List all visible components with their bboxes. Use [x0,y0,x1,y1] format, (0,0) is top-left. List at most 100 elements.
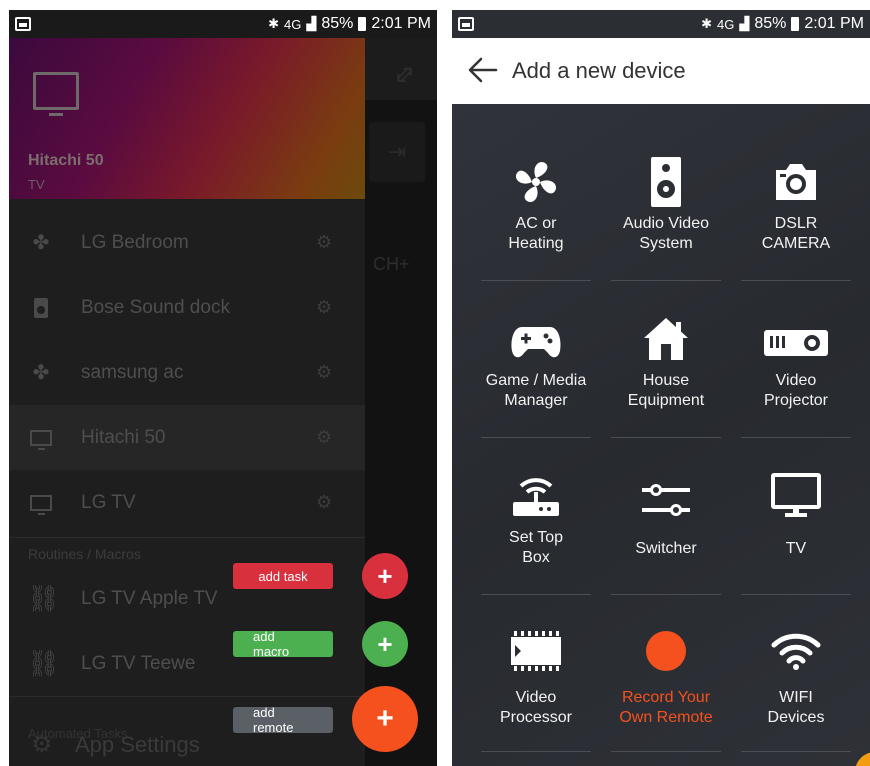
gear-icon[interactable]: ⚙ [316,362,332,383]
add-macro-label[interactable]: add macro [233,629,333,659]
add-macro-button[interactable]: + [362,621,408,667]
add-remote-label[interactable]: add remote [233,705,333,735]
page-title: Add a new device [512,58,686,83]
tile-label: Video Projector [763,372,829,409]
fan-icon: ✤ [32,362,50,384]
tv-icon [33,72,79,116]
tile-label: AC or Heating [508,215,564,252]
record-icon [601,625,731,677]
channel-up-label[interactable]: CH+ [373,254,410,275]
divider [741,751,851,752]
tile-label: DSLR CAMERA [761,215,831,252]
tile-set-top-box[interactable]: Set Top Box [471,438,601,595]
plus-icon: + [377,560,393,591]
gear-icon[interactable]: ⚙ [316,427,332,448]
tile-dslr-camera[interactable]: DSLR CAMERA [731,124,861,281]
signal-icon: ▟ [739,16,750,31]
battery-icon [791,17,800,31]
clock: 2:01 PM [371,15,431,32]
link-icon: ⛓ [27,583,61,613]
add-task-button[interactable]: + [362,553,408,599]
network-icon: 4G [284,16,302,32]
right-screenshot: ✱ 4G ▟ 85% 2:01 PM Add a new device AC o… [452,10,870,766]
tile-wifi-devices[interactable]: WIFI Devices [731,595,861,752]
device-label: Hitachi 50 [81,426,166,448]
tile-label: Set Top Box [509,529,563,566]
house-icon [601,313,731,365]
divider [611,751,721,752]
device-label: samsung ac [81,361,184,383]
device-label: LG Bedroom [81,231,189,253]
tile-label: WIFI Devices [767,689,825,726]
input-source-icon[interactable]: ⇥ [369,122,425,182]
link-icon: ⛓ [27,648,61,678]
tile-label: House Equipment [627,372,705,409]
device-label: LG TV [81,491,136,513]
app-settings-label: App Settings [75,732,200,757]
speaker-icon [29,296,53,320]
tv-icon [29,491,53,515]
section-label-macros: Routines / Macros [28,546,141,562]
fan-icon: ✤ [32,232,50,254]
battery-percent: 85% [321,15,354,32]
router-icon [471,470,601,522]
gear-icon[interactable]: ⚙ [316,492,332,513]
network-icon: 4G [717,16,735,32]
signal-icon: ▟ [306,16,317,31]
tile-label: Switcher [635,540,697,557]
projector-icon [731,317,861,369]
add-task-label[interactable]: add task [233,563,333,589]
tile-video-processor[interactable]: Video Processor [471,595,601,752]
tile-audio-video[interactable]: Audio Video System [601,124,731,281]
drawer-header: Hitachi 50 TV [9,38,365,199]
back-arrow-icon[interactable] [466,53,500,87]
tile-record-own-remote[interactable]: Record Your Own Remote [601,595,731,752]
clock: 2:01 PM [804,15,864,32]
tile-game-media[interactable]: Game / Media Manager [471,281,601,438]
battery-percent: 85% [754,15,787,32]
gamepad-icon [471,317,601,369]
device-row-lg-bedroom[interactable]: ✤ LG Bedroom ⚙ [9,210,365,275]
gear-icon: ⚙ [31,731,53,758]
chip-icon [471,625,601,677]
tile-video-projector[interactable]: Video Projector [731,281,861,438]
divider [9,537,365,538]
status-bar: ✱ 4G ▟ 85% 2:01 PM [9,10,437,38]
device-label: Bose Sound dock [81,296,230,318]
add-remote-button[interactable]: + [352,686,418,752]
tile-label: Game / Media Manager [485,372,587,409]
sliders-icon [601,474,731,526]
bluetooth-icon: ✱ [701,16,713,31]
left-screenshot: ✱ 4G ▟ 85% 2:01 PM ⇕ ⇥ CH+ Hitachi 50 TV… [9,10,437,766]
gallery-icon [15,17,31,31]
bluetooth-icon: ✱ [268,16,280,31]
plus-icon: + [376,702,394,735]
tv-icon [29,426,53,450]
tv-icon [731,470,861,522]
plus-icon: + [377,628,393,659]
tile-ac-heating[interactable]: AC or Heating [471,124,601,281]
divider [9,696,365,697]
macro-label: LG TV Teewe [81,652,196,674]
device-row-lg-tv[interactable]: LG TV ⚙ [9,470,365,535]
tile-label: Record Your Own Remote [619,689,713,726]
gear-icon[interactable]: ⚙ [316,232,332,253]
device-row-samsung-ac[interactable]: ✤ samsung ac ⚙ [9,340,365,405]
status-bar: ✱ 4G ▟ 85% 2:01 PM [452,10,870,38]
fan-icon [471,156,601,208]
macro-label: LG TV Apple TV [81,587,218,609]
device-row-hitachi[interactable]: Hitachi 50 ⚙ [9,405,365,470]
tile-house-equipment[interactable]: House Equipment [601,281,731,438]
gallery-icon [458,17,474,31]
tile-tv[interactable]: TV [731,438,861,595]
speaker-icon [601,156,731,208]
battery-icon [358,17,367,31]
current-device-type: TV [28,177,45,192]
camera-icon [731,156,861,208]
device-type-grid: AC or Heating Audio Video System DSLR CA… [452,104,870,766]
gear-icon[interactable]: ⚙ [316,297,332,318]
tile-switcher[interactable]: Switcher [601,438,731,595]
app-bar: Add a new device [452,38,870,104]
tile-label: Video Processor [499,689,573,726]
device-row-bose[interactable]: Bose Sound dock ⚙ [9,275,365,340]
